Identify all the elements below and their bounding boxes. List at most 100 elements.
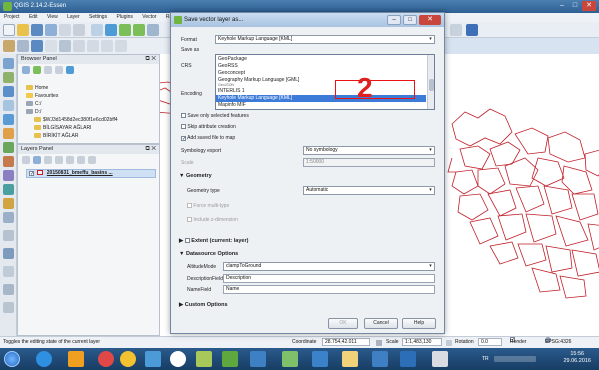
filter-legend-icon[interactable] (55, 156, 63, 164)
add-saved-file-checkbox[interactable]: Add saved file to map (181, 135, 235, 141)
filter-icon[interactable] (44, 66, 52, 74)
add-wms-tile-icon[interactable] (3, 302, 14, 313)
browser-item-favourites[interactable]: Favourites (26, 93, 58, 99)
delete-selected-icon[interactable] (87, 40, 99, 52)
skip-attribute-checkbox[interactable]: Skip attribute creation (181, 124, 236, 130)
scrollbar-thumb[interactable] (429, 79, 434, 91)
pan-to-selection-icon[interactable] (105, 24, 117, 36)
add-mssql-layer-icon[interactable] (3, 114, 14, 125)
layer-item[interactable]: 20150831_bmeffu_basins ... (26, 169, 156, 178)
cancel-button[interactable]: Cancel (364, 318, 398, 329)
help-button[interactable]: Help (402, 318, 436, 329)
format-option[interactable]: GeoJSON (218, 83, 234, 87)
dialog-maximize-button[interactable]: □ (403, 15, 417, 25)
manage-map-themes-icon[interactable] (44, 156, 52, 164)
taskbar-clock[interactable]: 15:56 29.06.2016 (563, 351, 591, 365)
minimize-button[interactable]: – (556, 1, 568, 11)
save-only-selected-checkbox[interactable]: Save only selected features (181, 113, 249, 119)
tray-language[interactable]: TR (482, 356, 489, 362)
collapse-all-icon[interactable] (77, 156, 85, 164)
open-styling-icon[interactable] (22, 156, 30, 164)
custom-options-header[interactable]: ▶ Custom Options (179, 302, 228, 308)
toggle-editing-icon[interactable] (17, 40, 29, 52)
expand-all-icon[interactable] (66, 156, 74, 164)
format-option[interactable]: Geoconcept (218, 70, 245, 76)
app-icon[interactable] (432, 351, 448, 367)
include-z-checkbox[interactable]: Include z-dimension (187, 217, 238, 223)
rotation-field[interactable]: 0.0 (478, 338, 502, 346)
new-spatialite-icon[interactable] (3, 230, 14, 241)
app-icon[interactable] (196, 351, 212, 367)
layers-panel-controls[interactable]: ⧉ ✕ (145, 145, 156, 154)
composer-manager-icon[interactable] (73, 24, 85, 36)
datasource-options-header[interactable]: ▼ Datasource Options (179, 251, 238, 257)
add-feature-icon[interactable] (45, 40, 57, 52)
zoom-full-icon[interactable] (147, 24, 159, 36)
new-geopackage-icon[interactable] (3, 248, 14, 259)
save-edits-icon[interactable] (31, 40, 43, 52)
browser-panel-controls[interactable]: ⧉ ✕ (145, 55, 156, 64)
print-composer-icon[interactable] (59, 24, 71, 36)
info-icon[interactable] (66, 66, 74, 74)
browser-item-c-drive[interactable]: C:/ (26, 101, 41, 107)
zoom-in-icon[interactable] (119, 24, 131, 36)
browser-item-folder[interactable]: $WJ3d1458d2ec380f1e6cd02bff4 (34, 117, 118, 123)
internet-explorer-icon[interactable] (36, 351, 52, 367)
add-delimited-text-icon[interactable] (3, 184, 14, 195)
format-combobox[interactable]: Keyhole Markup Language [KML] ▾ (215, 35, 435, 44)
app-icon[interactable] (372, 351, 388, 367)
app-icon[interactable] (400, 351, 416, 367)
add-oracle-layer-icon[interactable] (3, 128, 14, 139)
new-shapefile-icon[interactable] (3, 212, 14, 223)
lock-scale-icon[interactable] (446, 340, 452, 346)
browser-item-home[interactable]: Home (26, 85, 48, 91)
add-spatialite-layer-icon[interactable] (3, 100, 14, 111)
scale-field[interactable]: 1:1,483,130 (402, 338, 442, 346)
add-postgis-layer-icon[interactable] (3, 86, 14, 97)
maximize-button[interactable]: □ (569, 1, 581, 11)
open-project-icon[interactable] (17, 24, 29, 36)
browser-item-d-drive[interactable]: D:/ (26, 109, 41, 115)
gps-tools-icon[interactable] (3, 284, 14, 295)
add-group-icon[interactable] (33, 156, 41, 164)
close-button[interactable]: ✕ (582, 1, 596, 11)
google-icon[interactable] (170, 351, 186, 367)
ok-button[interactable]: OK (328, 318, 358, 329)
dropdown-scrollbar[interactable] (427, 55, 434, 109)
altitude-mode-combobox[interactable]: clampToGround ▾ (223, 262, 435, 271)
menu-layer[interactable]: Layer (67, 13, 80, 22)
toolbar-dropdown-icon[interactable] (450, 24, 462, 36)
dialog-minimize-button[interactable]: – (387, 15, 401, 25)
geometry-type-combobox[interactable]: Automatic ▾ (303, 186, 435, 195)
remove-layer-icon[interactable] (88, 156, 96, 164)
app-icon[interactable] (250, 351, 266, 367)
format-option[interactable]: INTERLIS 1 (218, 88, 245, 94)
add-raster-layer-icon[interactable] (3, 72, 14, 83)
qgis-taskbar-icon[interactable] (222, 351, 238, 367)
menu-settings[interactable]: Settings (89, 13, 107, 22)
add-wms-layer-icon[interactable] (3, 142, 14, 153)
menu-vector[interactable]: Vector (142, 13, 156, 22)
system-tray-icons[interactable] (494, 356, 536, 362)
field-calculator-icon[interactable] (466, 24, 478, 36)
format-option[interactable]: Mapinfo MIF (218, 102, 246, 108)
refresh-icon[interactable] (33, 66, 41, 74)
save-as-icon[interactable] (45, 24, 57, 36)
new-project-icon[interactable] (3, 24, 15, 36)
chrome-icon[interactable] (120, 351, 136, 367)
name-field-input[interactable]: Name (223, 285, 435, 294)
app-icon[interactable] (312, 351, 328, 367)
vlc-icon[interactable] (68, 351, 84, 367)
add-selected-layers-icon[interactable] (22, 66, 30, 74)
browser-item-folder[interactable]: BİRİKİT AĞLAR (34, 133, 78, 139)
extents-toggle-icon[interactable] (376, 340, 382, 346)
move-feature-icon[interactable] (59, 40, 71, 52)
add-vector-layer-icon[interactable] (3, 58, 14, 69)
scale-field[interactable]: 1:50000 (303, 158, 435, 167)
menu-view[interactable]: View (47, 13, 58, 22)
collapse-all-icon[interactable] (55, 66, 63, 74)
extent-section-header[interactable]: ▶ Extent (current: layer) (179, 238, 248, 244)
save-project-icon[interactable] (31, 24, 43, 36)
menu-plugins[interactable]: Plugins (116, 13, 132, 22)
start-button-icon[interactable] (4, 351, 20, 367)
